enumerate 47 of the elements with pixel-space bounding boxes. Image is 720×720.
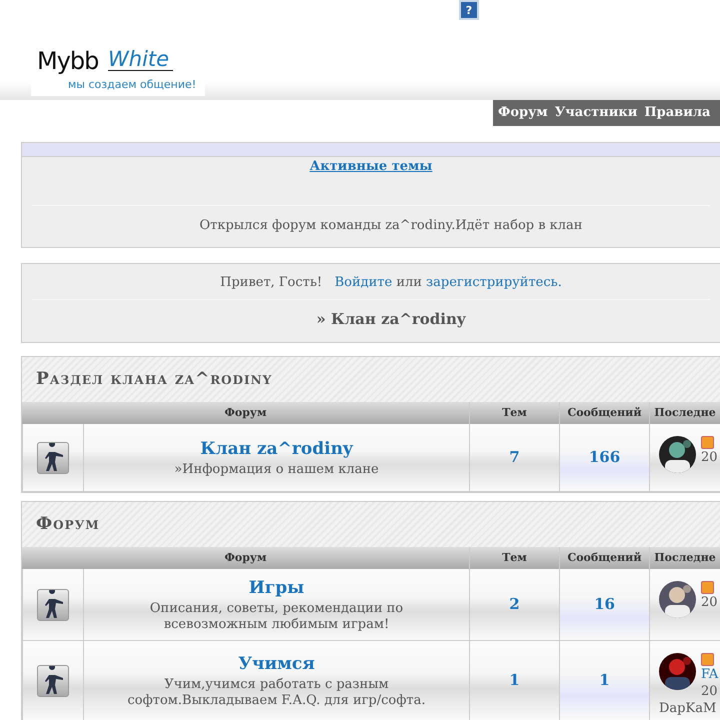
forum-link[interactable]: Игры — [248, 576, 304, 602]
soldier-icon — [37, 664, 69, 696]
rss-icon[interactable] — [701, 653, 714, 666]
forum-link[interactable]: Учимся — [238, 652, 315, 678]
topic-count: 2 — [509, 594, 520, 616]
last-post-text: 20 — [701, 594, 719, 611]
soldier-icon — [37, 588, 69, 620]
forum-description: Описания, советы, рекомендации по всевозможным любимым играм! — [148, 601, 404, 634]
column-header: Тем — [469, 547, 559, 569]
or-text: или — [396, 275, 422, 290]
logo-text: Mybb — [37, 49, 98, 73]
login-link[interactable]: Войдите — [334, 275, 392, 290]
help-icon[interactable]: ? — [459, 0, 479, 20]
column-header: Сообщений — [559, 547, 649, 569]
announcement-text: Открылся форум команды za^rodiny.Идёт набор в клан — [200, 218, 582, 232]
soldier-icon — [37, 442, 69, 474]
active-topics-link[interactable]: Активные темы — [310, 159, 432, 174]
rss-icon[interactable] — [701, 436, 714, 449]
section-title: Раздел клана za^rodiny — [22, 357, 720, 402]
nav-link[interactable]: Форум — [498, 103, 548, 123]
topic-count: 7 — [509, 447, 520, 468]
last-post-text: 20 — [701, 683, 719, 700]
nav-link[interactable]: Участники — [554, 103, 638, 123]
logo-text: White — [108, 49, 174, 71]
topic-link[interactable]: FA — [701, 666, 720, 683]
topic-count: 1 — [509, 670, 520, 692]
post-count: 16 — [594, 594, 615, 616]
column-header: Последне — [649, 547, 720, 569]
forum-link[interactable]: Клан za^rodiny — [200, 436, 353, 462]
column-header: Последне — [649, 402, 720, 424]
column-header: Форум — [22, 547, 469, 569]
column-header: Тем — [469, 402, 559, 424]
post-count: 166 — [588, 447, 620, 468]
greeting-text: Привет, Гость! — [220, 275, 322, 290]
post-count: 1 — [599, 670, 610, 692]
last-post-text: 20 — [701, 449, 719, 466]
nav-link[interactable]: Правила — [644, 103, 710, 123]
forum-description: Учим,учимся работать с разным софтом.Выкладываем F.A.Q. для игр/софта. — [126, 677, 426, 710]
logo-slogan: мы создаем общение! — [68, 79, 196, 90]
column-header: Форум — [22, 402, 469, 424]
forum-description: »Информация о нашем клане — [173, 462, 380, 478]
register-link[interactable]: зарегистрируйтесь. — [426, 275, 562, 290]
breadcrumb-text: » Клан za^rodiny — [316, 310, 466, 328]
section-title: Форум — [22, 502, 720, 547]
column-header: Сообщений — [559, 402, 649, 424]
rss-icon[interactable] — [701, 581, 714, 594]
last-post-text: DapKaM — [659, 700, 718, 717]
